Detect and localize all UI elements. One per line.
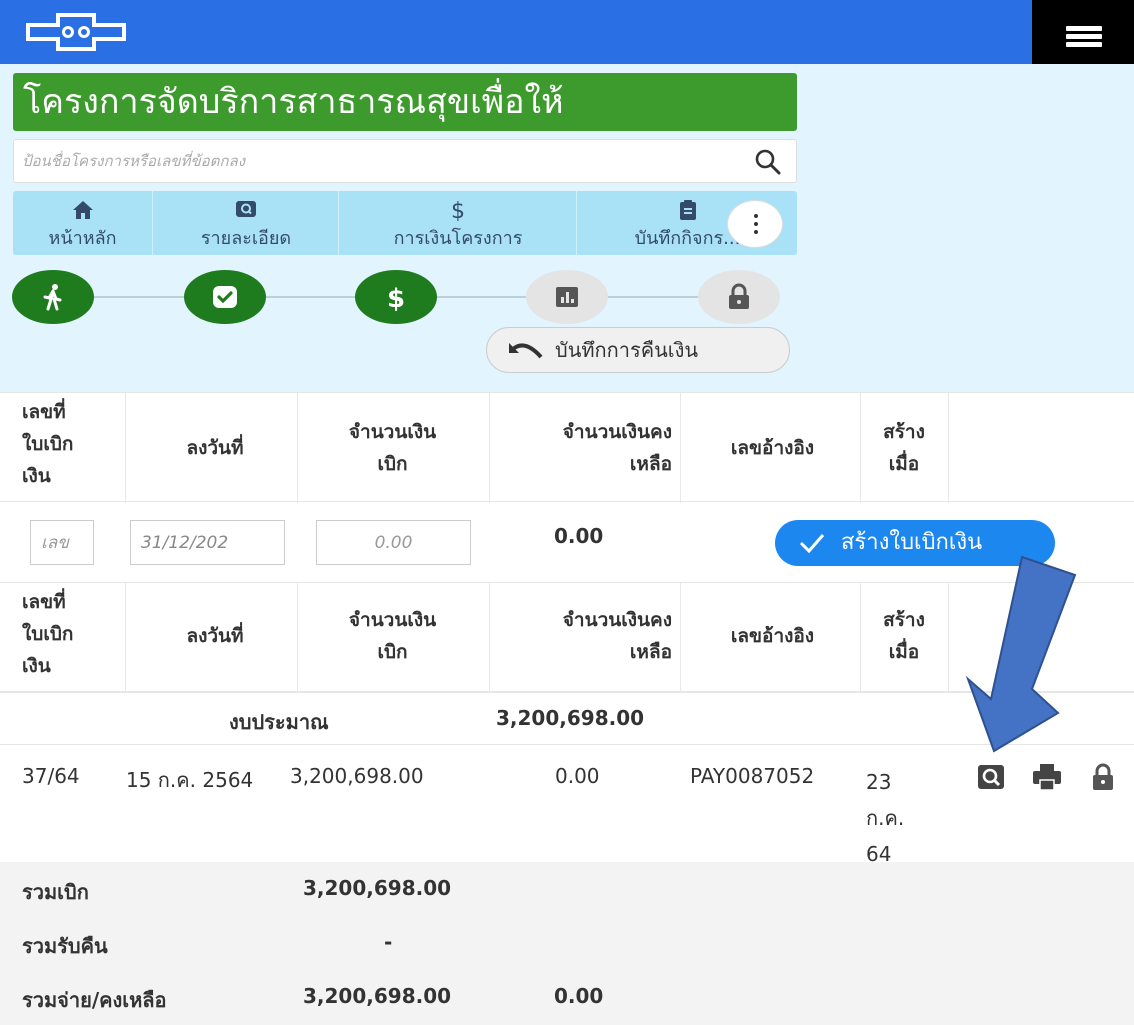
search-input[interactable] [22, 140, 722, 182]
dollar-icon: $ [387, 284, 405, 312]
refund-button-label: บันทึกการคืนเงิน [555, 338, 699, 362]
column-header-doc-no: เลขที่ ใบเบิก เงิน [22, 591, 74, 677]
summary-withdraw-label: รวมเบิก [22, 880, 89, 904]
column-header-date: ลงวันที่ [186, 625, 244, 647]
svg-text:$: $ [451, 199, 465, 221]
tab-details[interactable]: รายละเอียด [154, 191, 339, 255]
row-doc-no: 37/64 [22, 764, 80, 788]
summary-refund-label: รวมรับคืน [22, 934, 108, 958]
refund-record-button[interactable]: บันทึกการคืนเงิน [486, 327, 790, 373]
row-date: 15 ก.ค. 2564 [126, 768, 254, 792]
step-start[interactable] [12, 270, 94, 324]
view-icon[interactable] [976, 762, 1006, 792]
table-row [0, 744, 1134, 862]
print-icon[interactable] [1032, 762, 1062, 792]
summary-paid-label: รวมจ่าย/คงเหลือ [22, 988, 167, 1012]
project-tabs: หน้าหลัก รายละเอียด $ การเงินโครงการ บัน… [13, 191, 797, 255]
shield-check-icon [213, 286, 237, 308]
search-icon[interactable] [754, 148, 782, 176]
tab-finance[interactable]: $ การเงินโครงการ [340, 191, 577, 255]
row-amount: 3,200,698.00 [290, 764, 424, 788]
summary-balance-value: 0.00 [554, 984, 604, 1008]
bar-chart-icon [556, 287, 578, 307]
search-box [13, 139, 797, 183]
step-report[interactable] [526, 270, 608, 324]
lock-icon [729, 283, 749, 309]
summary-withdraw-value: 3,200,698.00 [303, 876, 452, 900]
undo-icon [509, 343, 543, 359]
hamburger-icon[interactable] [1032, 0, 1134, 70]
column-header-created: สร้าง เมื่อ [883, 609, 925, 663]
tab-label: รายละเอียด [200, 228, 292, 249]
check-icon [799, 534, 825, 554]
home-icon [72, 201, 93, 219]
column-header-date: ลงวันที่ [186, 437, 244, 459]
column-header-remaining: จำนวนเงินคง เหลือ [562, 609, 672, 663]
date-input[interactable] [130, 520, 285, 565]
column-header-amount: จำนวนเงิน เบิก [348, 421, 437, 475]
summary-refund-value: - [384, 930, 393, 954]
tab-label: การเงินโครงการ [393, 228, 523, 249]
step-finance[interactable]: $ [355, 270, 437, 324]
dollar-icon: $ [451, 199, 465, 221]
column-header-remaining: จำนวนเงินคง เหลือ [562, 421, 672, 475]
column-header-ref: เลขอ้างอิง [730, 437, 815, 459]
clipboard-icon [679, 200, 696, 220]
lock-icon[interactable] [1088, 762, 1118, 792]
create-button-label: สร้างใบเบิกเงิน [841, 530, 983, 555]
svg-text:$: $ [387, 284, 405, 312]
walking-icon [43, 284, 62, 311]
more-vertical-icon[interactable] [727, 200, 783, 248]
doc-no-input[interactable] [30, 520, 94, 565]
row-ref: PAY0087052 [690, 764, 815, 788]
step-close[interactable] [698, 270, 780, 324]
remaining-value: 0.00 [554, 524, 604, 548]
column-header-amount: จำนวนเงิน เบิก [348, 609, 437, 663]
step-approved[interactable] [184, 270, 266, 324]
budget-label: งบประมาณ [229, 710, 329, 734]
annotation-arrow-icon [965, 555, 1077, 753]
column-header-ref: เลขอ้างอิง [730, 625, 815, 647]
tab-home[interactable]: หน้าหลัก [13, 191, 153, 255]
detail-search-icon [236, 201, 256, 217]
budget-value: 3,200,698.00 [496, 706, 645, 730]
column-header-doc-no: เลขที่ ใบเบิก เงิน [22, 401, 74, 487]
tab-label: หน้าหลัก [48, 228, 117, 249]
top-navbar [0, 0, 1134, 70]
column-header-created: สร้าง เมื่อ [883, 421, 925, 475]
row-created: 23 ก.ค. 64 [866, 770, 905, 866]
health-cross-logo-icon[interactable] [18, 10, 134, 54]
project-title: โครงการจัดบริการสาธารณสุขเพื่อให้ [13, 73, 797, 131]
amount-input[interactable] [316, 520, 471, 565]
row-remaining: 0.00 [555, 764, 600, 788]
summary-paid-value: 3,200,698.00 [303, 984, 452, 1008]
